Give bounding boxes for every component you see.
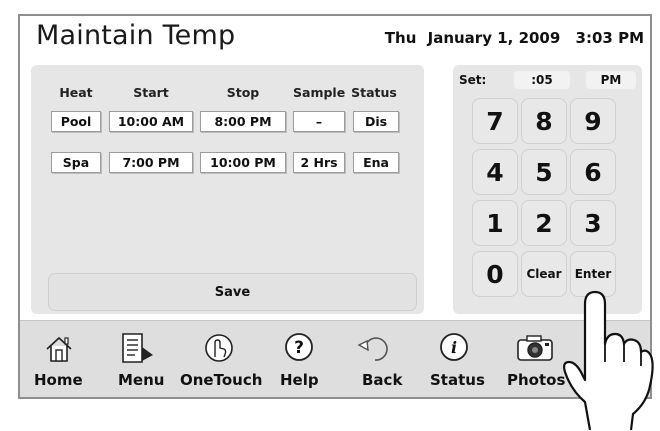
key-2[interactable]: 2: [521, 200, 567, 246]
row-pool-heat-cell[interactable]: Pool: [51, 111, 101, 132]
set-label: Set:: [459, 73, 487, 87]
row-spa-start-cell[interactable]: 7:00 PM: [109, 152, 193, 173]
nav-back[interactable]: Back: [347, 321, 407, 398]
nav-help-label: Help: [280, 371, 319, 389]
page-title: Maintain Temp: [36, 20, 236, 51]
nav-menu-label: Menu: [118, 371, 165, 389]
nav-onetouch-label: OneTouch: [180, 371, 263, 389]
key-1[interactable]: 1: [472, 200, 518, 246]
menu-icon: [122, 333, 153, 363]
schedule-panel: Heat Start Stop Sample Status Pool 10:00…: [31, 65, 424, 314]
svg-text:i: i: [451, 338, 457, 357]
ampm-display[interactable]: PM: [586, 71, 636, 89]
row-spa-heat-cell[interactable]: Spa: [51, 152, 101, 173]
nav-home[interactable]: Home: [20, 321, 90, 398]
status-icon: i: [440, 333, 468, 361]
nav-onetouch[interactable]: OneTouch: [180, 321, 263, 398]
row-spa-status-cell[interactable]: Ena: [353, 152, 399, 173]
keypad-panel: Set: :05 PM 7 8 9 4 5 6 1 2 3 0 Clear En…: [453, 65, 642, 314]
key-7[interactable]: 7: [472, 98, 518, 144]
nav-status-label: Status: [430, 371, 485, 389]
back-icon: [357, 337, 388, 361]
date-label: January 1, 2009: [427, 29, 561, 47]
svg-text:?: ?: [294, 338, 304, 358]
time-label: 3:03 PM: [575, 29, 644, 47]
help-icon: ?: [285, 333, 313, 361]
column-header-stop: Stop: [226, 85, 260, 100]
nav-help[interactable]: ? Help: [277, 321, 327, 398]
nav-status[interactable]: i Status: [426, 321, 486, 398]
row-spa-stop-cell[interactable]: 10:00 PM: [200, 152, 286, 173]
key-0[interactable]: 0: [472, 251, 518, 297]
save-button[interactable]: Save: [48, 273, 417, 311]
nav-menu[interactable]: Menu: [112, 321, 172, 398]
pointing-hand-icon: [563, 290, 654, 430]
row-pool-stop-cell[interactable]: 8:00 PM: [200, 111, 286, 132]
column-header-start: Start: [133, 85, 169, 100]
home-icon: [46, 336, 72, 362]
minutes-display: :05: [514, 71, 570, 89]
row-pool-start-cell[interactable]: 10:00 AM: [109, 111, 193, 132]
key-6[interactable]: 6: [570, 149, 616, 195]
key-4[interactable]: 4: [472, 149, 518, 195]
key-9[interactable]: 9: [570, 98, 616, 144]
row-spa-sample-cell[interactable]: 2 Hrs: [293, 152, 345, 173]
row-pool-sample-cell[interactable]: –: [293, 111, 345, 132]
date-time-display: Thu January 1, 2009 3:03 PM: [379, 29, 644, 47]
key-5[interactable]: 5: [521, 149, 567, 195]
nav-home-label: Home: [34, 371, 83, 389]
column-header-status: Status: [351, 85, 397, 100]
row-pool-status-cell[interactable]: Dis: [353, 111, 399, 132]
nav-back-label: Back: [362, 371, 403, 389]
column-header-sample: Sample: [293, 85, 346, 100]
column-header-heat: Heat: [59, 85, 93, 100]
key-8[interactable]: 8: [521, 98, 567, 144]
onetouch-icon: [205, 334, 233, 362]
day-label: Thu: [384, 29, 417, 47]
key-3[interactable]: 3: [570, 200, 616, 246]
